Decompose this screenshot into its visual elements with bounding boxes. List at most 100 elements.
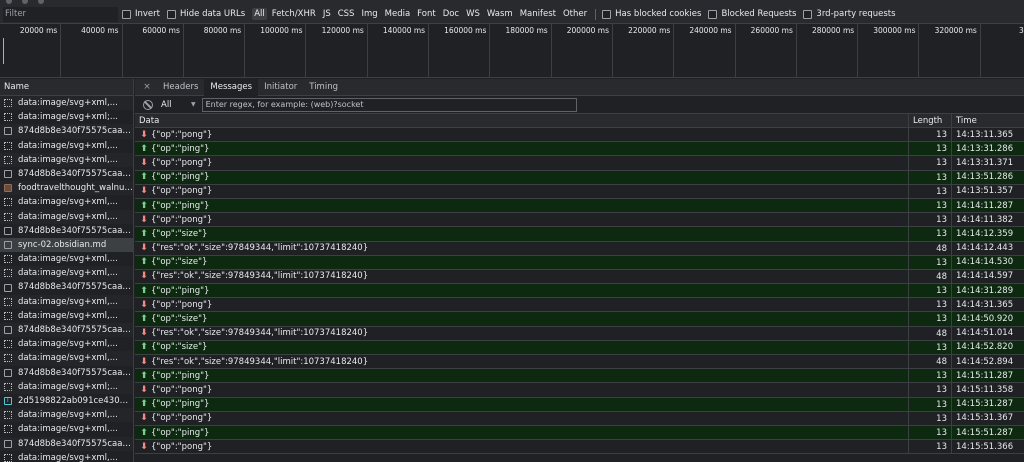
time-column-header[interactable]: Time [952, 114, 977, 128]
sent-message-row[interactable]: ⬆ {"op":"size"} 13 14:14:14.530 [135, 255, 1024, 270]
sent-message-row[interactable]: ⬆ {"op":"size"} 13 14:14:12.359 [135, 227, 1024, 242]
type-filter-media[interactable]: Media [383, 8, 413, 20]
close-icon[interactable]: × [141, 82, 153, 92]
record-icon[interactable] [6, 0, 12, 4]
third-party-requests-checkbox[interactable]: 3rd-party requests [803, 9, 896, 19]
message-data-cell: ⬇ {"op":"pong"} [135, 440, 909, 454]
length-column-header[interactable]: Length [909, 113, 952, 128]
message-length: 13 [909, 213, 952, 227]
request-row[interactable]: data:image/svg+xml;... [0, 379, 133, 394]
tab-messages[interactable]: Messages [204, 79, 259, 96]
timeline-tick-label: 140000 ms [382, 26, 426, 35]
sent-message-row[interactable]: ⬆ {"op":"ping"} 13 14:15:31.287 [135, 397, 1024, 412]
received-message-row[interactable]: ⬇ {"res":"ok","size":97849344,"limit":107… [135, 241, 1024, 256]
received-message-row[interactable]: ⬇ {"op":"pong"} 13 14:15:11.358 [135, 383, 1024, 398]
type-filter-wasm[interactable]: Wasm [485, 8, 515, 20]
received-message-row[interactable]: ⬇ {"op":"pong"} 13 14:13:51.357 [135, 184, 1024, 199]
request-row[interactable]: data:image/svg+xml,... [0, 266, 133, 281]
request-row[interactable]: 874d8b8e340f75575caa.svg [0, 224, 133, 238]
request-row[interactable]: 874d8b8e340f75575caa.svg [0, 366, 133, 380]
request-row[interactable]: data:image/svg+xml,... [0, 408, 133, 423]
svg-file-icon [4, 311, 12, 320]
checkbox-box[interactable] [803, 9, 813, 19]
checkbox-box[interactable] [122, 9, 131, 19]
message-data-cell: ⬆ {"op":"size"} [135, 312, 909, 326]
sent-message-row[interactable]: ⬆ {"op":"ping"} 13 14:14:31.289 [135, 284, 1024, 299]
request-row[interactable]: data:image/svg+xml,... [0, 152, 133, 167]
message-length: 13 [909, 369, 952, 383]
data-column-header[interactable]: Data [135, 113, 909, 128]
received-message-row[interactable]: ⬇ {"res":"ok","size":97849344,"limit":107… [135, 355, 1024, 370]
received-message-row[interactable]: ⬇ {"op":"pong"} 13 14:13:11.365 [135, 128, 1024, 143]
received-message-row[interactable]: ⬇ {"res":"ok","size":97849344,"limit":107… [135, 326, 1024, 341]
regex-filter-input[interactable] [201, 97, 577, 112]
type-filter-fetch-xhr[interactable]: Fetch/XHR [270, 8, 318, 20]
request-row[interactable]: 874d8b8e340f75575caa.svg [0, 124, 133, 139]
type-filter-font[interactable]: Font [415, 8, 438, 20]
clear-messages-icon[interactable] [143, 99, 153, 110]
doc-file-icon [4, 127, 12, 136]
received-message-row[interactable]: ⬇ {"op":"pong"} 13 14:14:11.382 [135, 213, 1024, 228]
received-message-row[interactable]: ⬇ {"res":"ok","size":97849344,"limit":107… [135, 269, 1024, 285]
svg-file-icon [4, 297, 12, 306]
filter-icon[interactable] [38, 0, 44, 4]
request-row[interactable]: 874d8b8e340f75575caa.svg [0, 167, 133, 181]
request-row[interactable]: data:image/svg+xml,... [0, 451, 133, 462]
message-data: {"op":"pong"} [151, 299, 213, 310]
type-filter-doc[interactable]: Doc [441, 8, 461, 20]
timeline-overview[interactable]: 20000 ms 40000 ms 60000 ms 80000 ms 100000 m… [0, 24, 1024, 78]
request-row[interactable]: 2d5198822ab091ce4305.woff2 [0, 394, 133, 408]
request-row[interactable]: data:image/svg+xml,... [0, 252, 133, 266]
type-filter-manifest[interactable]: Manifest [518, 8, 558, 20]
tab-initiator[interactable]: Initiator [258, 79, 303, 96]
checkbox-box[interactable] [166, 9, 176, 19]
hide-data-urls-checkbox[interactable]: Hide data URLs [166, 9, 245, 19]
request-row[interactable]: data:image/svg+xml,... [0, 351, 133, 366]
request-row[interactable]: data:image/svg+xml,... [0, 422, 133, 436]
request-row[interactable]: data:image/svg+xml,... [0, 209, 133, 224]
received-message-row[interactable]: ⬇ {"op":"pong"} 13 14:15:51.366 [135, 440, 1024, 455]
request-row[interactable]: data:image/svg+xml,... [0, 96, 133, 111]
checkbox-box[interactable] [602, 9, 612, 19]
clear-icon[interactable] [22, 0, 28, 4]
request-row[interactable]: 874d8b8e340f75575caa.svg [0, 323, 133, 338]
received-message-row[interactable]: ⬇ {"op":"pong"} 13 14:14:31.365 [135, 298, 1024, 313]
request-row[interactable]: 874d8b8e340f75575caa.svg [0, 280, 133, 294]
sent-message-row[interactable]: ⬆ {"op":"ping"} 13 14:13:31.286 [135, 142, 1024, 157]
message-time: 14:14:52.820 [956, 342, 1014, 353]
received-message-row[interactable]: ⬇ {"op":"pong"} 13 14:15:31.367 [135, 411, 1024, 426]
request-row[interactable]: data:image/svg+xml,... [0, 294, 133, 309]
type-filter-js[interactable]: JS [321, 8, 333, 20]
request-row[interactable]: data:image/svg+xml,... [0, 139, 133, 153]
sent-message-row[interactable]: ⬆ {"op":"ping"} 13 14:15:11.287 [135, 369, 1024, 384]
message-type-select[interactable]: All [161, 100, 191, 110]
has-blocked-cookies-checkbox[interactable]: Has blocked cookies [602, 9, 701, 19]
sent-message-row[interactable]: ⬆ {"op":"ping"} 13 14:13:51.286 [135, 170, 1024, 185]
type-filter-css[interactable]: CSS [336, 8, 357, 20]
request-row[interactable]: data:image/svg+xml,... [0, 309, 133, 323]
type-filter-img[interactable]: Img [359, 8, 379, 20]
type-filter-other[interactable]: Other [561, 8, 589, 20]
tab-timing[interactable]: Timing [303, 79, 344, 96]
request-row[interactable]: 874d8b8e340f75575caa.svg [0, 436, 133, 451]
sent-message-row[interactable]: ⬆ {"op":"ping"} 13 14:14:11.287 [135, 198, 1024, 214]
triangle-down-icon[interactable]: ▼ [191, 101, 196, 108]
blocked-requests-checkbox[interactable]: Blocked Requests [708, 9, 796, 19]
tab-headers[interactable]: Headers [157, 79, 204, 96]
invert-checkbox[interactable]: Invert [122, 9, 160, 19]
sent-message-row[interactable]: ⬆ {"op":"size"} 13 14:14:50.920 [135, 312, 1024, 327]
sent-message-row[interactable]: ⬆ {"op":"size"} 13 14:14:52.820 [135, 340, 1024, 355]
request-row[interactable]: sync-02.obsidian.md [0, 237, 133, 253]
filter-input[interactable] [3, 6, 118, 22]
request-row[interactable]: foodtravelthought_walnut-11... [0, 181, 133, 196]
received-message-row[interactable]: ⬇ {"op":"pong"} 13 14:13:31.371 [135, 156, 1024, 171]
message-time: 14:14:14.530 [956, 257, 1014, 268]
type-filter-ws[interactable]: WS [464, 8, 482, 20]
request-row[interactable]: data:image/svg+xml;... [0, 110, 133, 124]
request-row[interactable]: data:image/svg+xml,... [0, 195, 133, 209]
sent-message-row[interactable]: ⬆ {"op":"ping"} 13 14:15:51.287 [135, 425, 1024, 441]
type-filter-all[interactable]: All [252, 8, 267, 20]
request-row[interactable]: data:image/svg+xml,... [0, 337, 133, 351]
name-column-header[interactable]: Name [0, 79, 133, 96]
checkbox-box[interactable] [708, 9, 718, 19]
